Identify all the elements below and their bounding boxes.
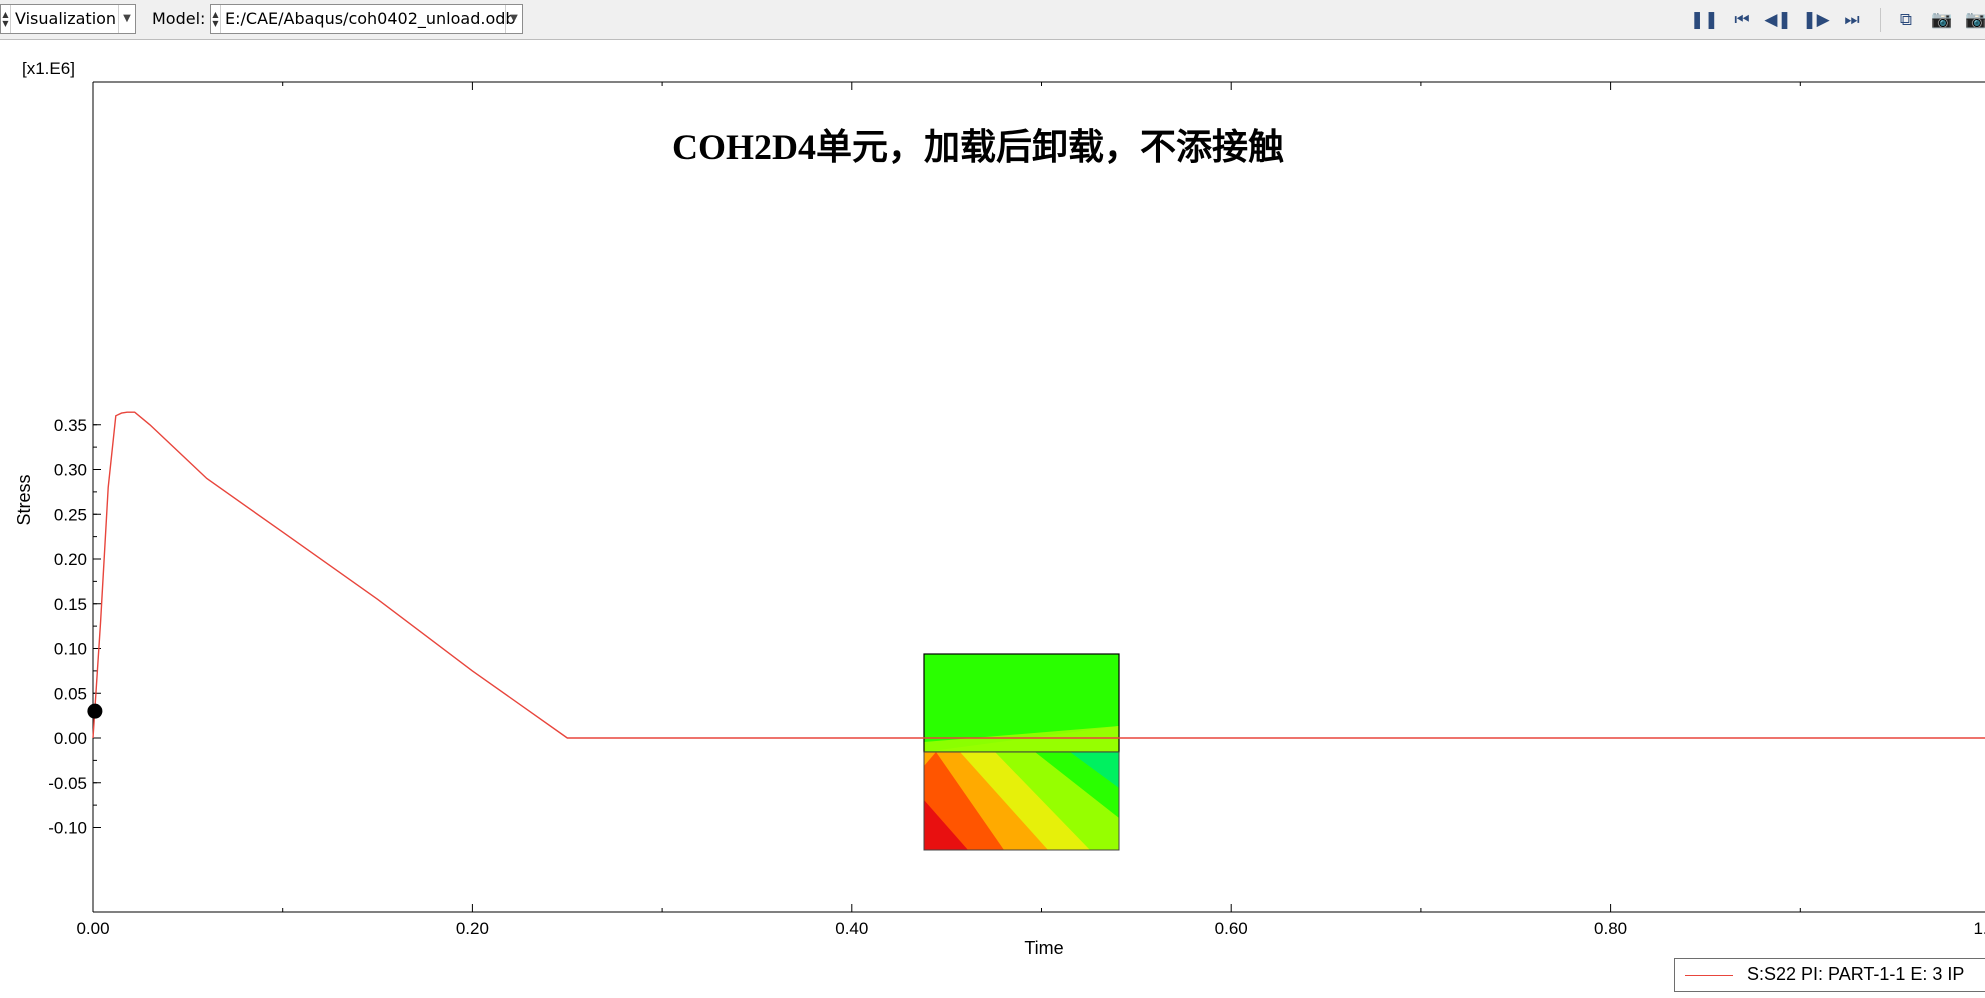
y-tick-label: 0.25 xyxy=(54,505,87,524)
current-frame-marker xyxy=(87,703,103,719)
model-select-value: E:/CAE/Abaqus/coh0402_unload.odb xyxy=(225,9,516,28)
y-tick-label: 0.00 xyxy=(54,729,87,748)
viewport-layout-icon[interactable]: ⧉ xyxy=(1892,6,1920,34)
y-tick-label: 0.15 xyxy=(54,595,87,614)
next-frame-icon[interactable]: ❚▶ xyxy=(1802,6,1830,34)
y-axis-title: Stress xyxy=(14,474,34,525)
previous-frame-icon[interactable]: ◀❚ xyxy=(1764,6,1792,34)
chevron-down-icon[interactable]: ▼ xyxy=(505,5,522,33)
annotation-title: COH2D4单元，加载后卸载，不添接触 xyxy=(672,127,1285,167)
x-tick-label: 0.80 xyxy=(1594,919,1627,938)
y-tick-label: 0.05 xyxy=(54,684,87,703)
module-select[interactable]: ▲ ▼ Visualization ▼ xyxy=(0,4,136,34)
module-select-value: Visualization xyxy=(15,9,117,28)
lower-element xyxy=(923,751,1120,851)
model-select[interactable]: ▲ ▼ E:/CAE/Abaqus/coh0402_unload.odb ▼ xyxy=(210,4,523,34)
xy-plot: -0.10 -0.05 0.00 0.05 0.10 0.15 0.20 0.25 0.30 0.… xyxy=(14,59,1985,958)
y-tick-label: -0.05 xyxy=(48,774,87,793)
camera-icon[interactable]: 📷 xyxy=(1928,6,1956,34)
x-tick-label: 0.40 xyxy=(835,919,868,938)
x-tick-label: 0.00 xyxy=(76,919,109,938)
camera-icon[interactable]: 📷 xyxy=(1962,6,1985,34)
contour-model-view xyxy=(923,653,1120,851)
y-tick-label: -0.10 xyxy=(48,819,87,838)
legend-swatch xyxy=(1685,975,1733,976)
y-multiplier-label: [x1.E6] xyxy=(22,59,75,78)
spin-arrows-icon: ▲ ▼ xyxy=(1,5,11,33)
pause-icon[interactable]: ❚❚ xyxy=(1690,6,1719,34)
first-frame-icon[interactable]: ⏮ xyxy=(1728,6,1756,34)
y-tick-label: 0.35 xyxy=(54,416,87,435)
y-tick-label: 0.10 xyxy=(54,640,87,659)
toolbar-separator xyxy=(1880,8,1881,32)
legend: S:S22 PI: PART-1-1 E: 3 IP xyxy=(1674,958,1985,992)
y-tick-label: 0.30 xyxy=(54,461,87,480)
y-tick-label: 0.20 xyxy=(54,550,87,569)
legend-entry: S:S22 PI: PART-1-1 E: 3 IP xyxy=(1747,964,1965,984)
toolbar: ▲ ▼ Visualization ▼ Model: ▲ ▼ E:/CAE/Abaq… xyxy=(0,0,1985,40)
x-tick-label: 0.20 xyxy=(456,919,489,938)
x-tick-label: 0.60 xyxy=(1215,919,1248,938)
model-label: Model: xyxy=(152,9,206,28)
x-tick-label: 1.00 xyxy=(1973,919,1985,938)
chevron-down-icon[interactable]: ▼ xyxy=(118,5,135,33)
last-frame-icon[interactable]: ⏭ xyxy=(1838,6,1866,34)
spin-arrows-icon: ▲ ▼ xyxy=(211,5,221,33)
x-axis-title: Time xyxy=(1024,938,1063,958)
